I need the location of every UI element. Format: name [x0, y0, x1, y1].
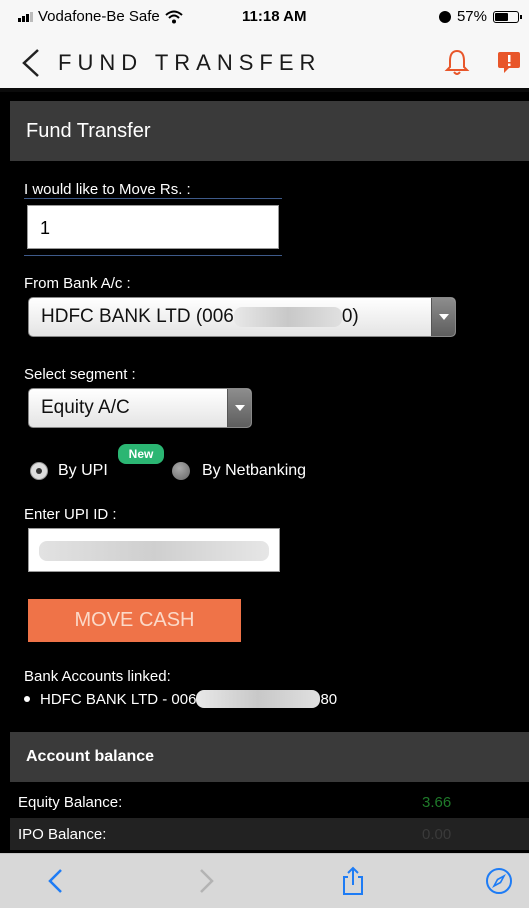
segment-value: Equity A/C	[41, 397, 130, 418]
alarm-icon	[438, 10, 451, 23]
bell-icon[interactable]	[444, 48, 470, 76]
ipo-balance-value: 0.00	[422, 826, 452, 843]
share-icon[interactable]	[338, 866, 368, 896]
carrier-info: Vodafone-Be Safe	[18, 8, 183, 25]
equity-balance-row: Equity Balance: 3.66	[10, 786, 529, 818]
linked-account-prefix: HDFC BANK LTD - 006	[40, 690, 197, 708]
bank-value-prefix: HDFC BANK LTD (006	[41, 306, 234, 327]
battery-status: 57%	[438, 8, 522, 25]
battery-percent: 57%	[456, 8, 487, 25]
linked-account-suffix: 80	[320, 690, 338, 708]
segment-label: Select segment :	[24, 366, 136, 383]
amount-field-wrapper: 1	[24, 198, 282, 256]
forward-icon[interactable]	[190, 866, 220, 896]
browser-toolbar	[0, 853, 529, 908]
section-header: Fund Transfer	[10, 101, 529, 161]
bank-select[interactable]: HDFC BANK LTD (006 0)	[28, 297, 456, 337]
masked-upi-id	[39, 541, 269, 561]
masked-account-number	[196, 690, 321, 708]
battery-icon	[493, 10, 522, 23]
back-icon[interactable]	[42, 866, 72, 896]
status-bar: Vodafone-Be Safe 11:18 AM 57%	[0, 0, 529, 36]
carrier-name: Vodafone-Be Safe	[38, 8, 160, 25]
new-badge: New	[118, 444, 164, 464]
page-title: FUND TRANSFER	[58, 50, 322, 75]
radio-netbanking-label[interactable]: By Netbanking	[202, 462, 306, 480]
radio-upi-label[interactable]: By UPI	[58, 462, 108, 480]
account-balance-header: Account balance	[10, 732, 529, 782]
upi-label: Enter UPI ID :	[24, 506, 117, 523]
equity-balance-label: Equity Balance:	[18, 794, 123, 811]
linked-account-item: HDFC BANK LTD - 006 80	[24, 690, 337, 708]
amount-input[interactable]: 1	[27, 205, 279, 249]
segment-select[interactable]: Equity A/C	[28, 388, 252, 428]
alert-icon[interactable]	[496, 50, 522, 74]
bullet-icon	[24, 696, 30, 702]
signal-icon	[18, 11, 33, 22]
radio-netbanking[interactable]	[172, 462, 190, 480]
radio-upi[interactable]	[30, 462, 48, 480]
clock: 11:18 AM	[242, 8, 307, 25]
ipo-balance-label: IPO Balance:	[18, 826, 107, 843]
chevron-left-icon[interactable]	[18, 48, 48, 78]
move-cash-button[interactable]: MOVE CASH	[28, 599, 241, 642]
amount-label: I would like to Move Rs. :	[24, 181, 191, 198]
linked-accounts-title: Bank Accounts linked:	[24, 668, 171, 685]
chevron-down-icon	[431, 298, 455, 336]
masked-account-number	[233, 306, 342, 327]
equity-balance-value: 3.66	[422, 794, 452, 811]
compass-icon[interactable]	[484, 866, 514, 896]
app-header: FUND TRANSFER	[0, 36, 529, 92]
bank-value-suffix: 0)	[341, 306, 359, 327]
bank-label: From Bank A/c :	[24, 275, 131, 292]
upi-id-input[interactable]	[28, 528, 280, 572]
ipo-balance-row: IPO Balance: 0.00	[10, 818, 529, 850]
chevron-down-icon	[227, 389, 251, 427]
wifi-icon	[165, 10, 183, 23]
